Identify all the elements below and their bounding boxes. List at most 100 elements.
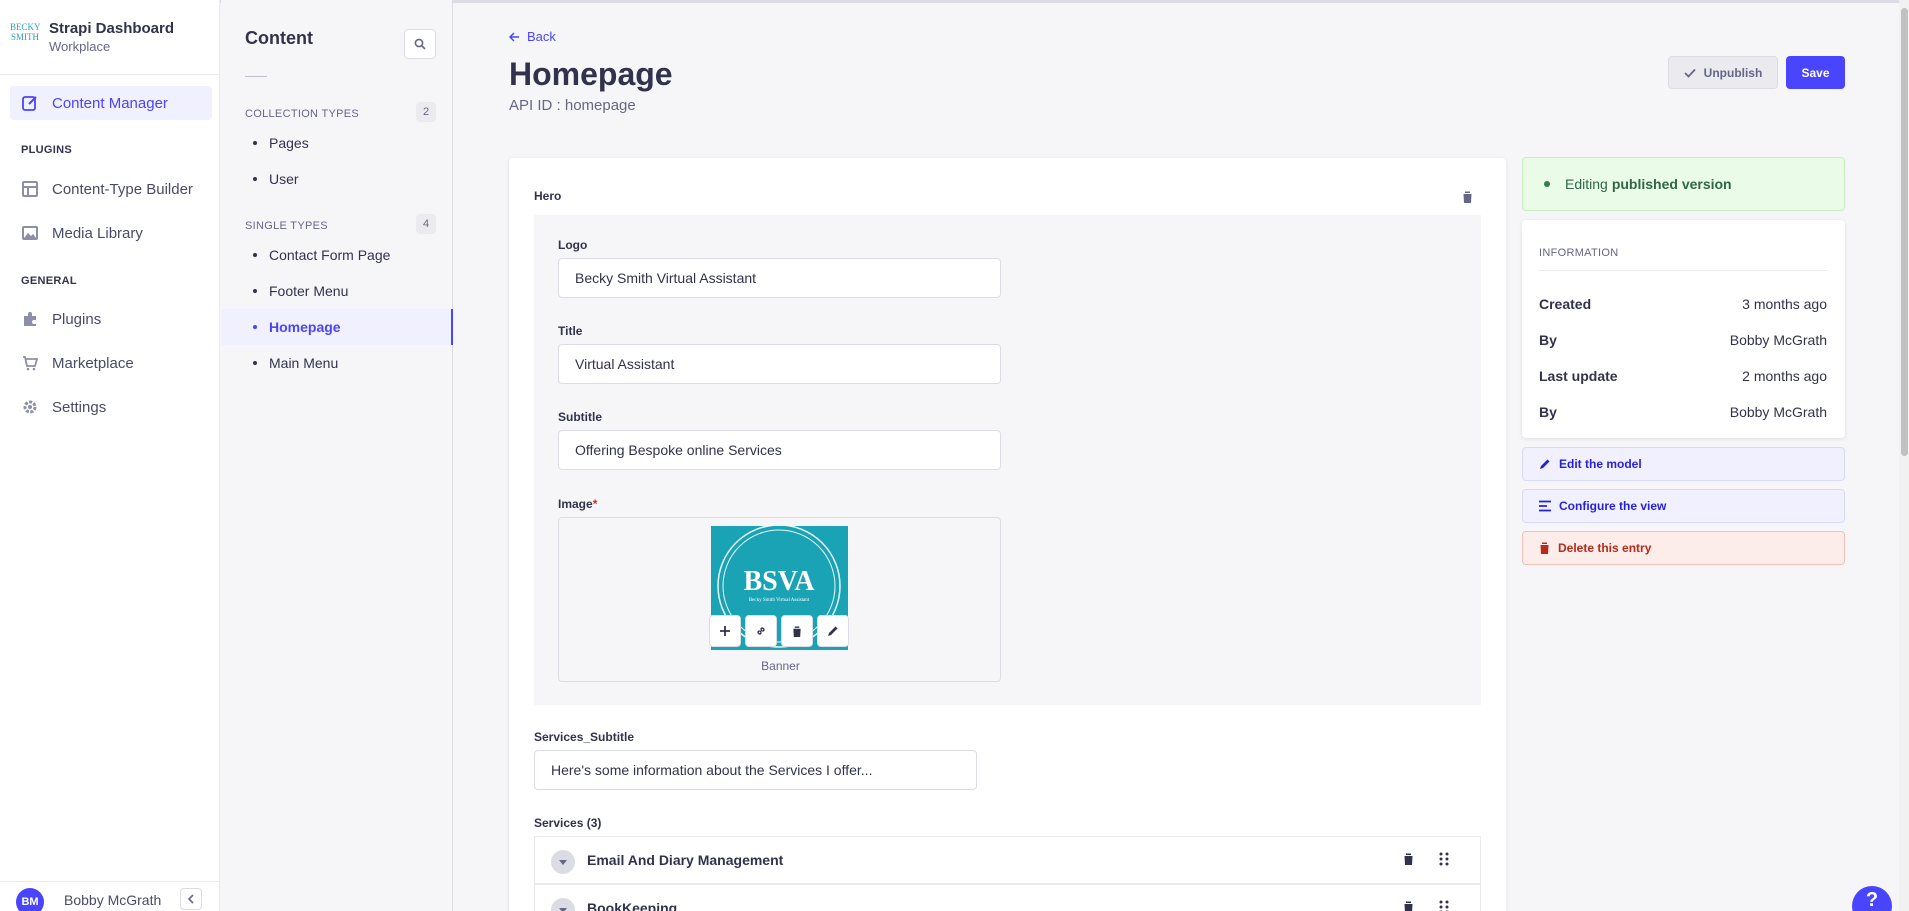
list-icon bbox=[1539, 500, 1551, 512]
delete-service-button[interactable] bbox=[1403, 852, 1414, 868]
thumb-text: BSVA bbox=[743, 566, 815, 597]
nav-marketplace[interactable]: Marketplace bbox=[10, 346, 212, 380]
workspace-brand[interactable]: BECKY SMITH Strapi Dashboard Workplace bbox=[0, 0, 219, 75]
nav-content-type-builder[interactable]: Content-Type Builder bbox=[10, 172, 212, 206]
edit-model-button[interactable]: Edit the model bbox=[1522, 447, 1845, 481]
trash-icon bbox=[1539, 542, 1550, 554]
avatar: BM bbox=[16, 888, 44, 911]
publish-status-banner: Editing published version bbox=[1522, 157, 1845, 211]
drag-icon bbox=[1439, 900, 1449, 911]
nav-label: Marketplace bbox=[52, 354, 134, 372]
edit-form-card: Hero Logo Becky Smith Virtual Assistant … bbox=[509, 158, 1506, 911]
status-dot bbox=[1544, 181, 1550, 187]
copy-link-button[interactable] bbox=[745, 615, 777, 647]
page-title: Homepage bbox=[509, 56, 673, 92]
collection-types-heading[interactable]: COLLECTION TYPES bbox=[245, 108, 359, 120]
nav-section-plugins: PLUGINS bbox=[21, 144, 72, 156]
single-types-heading[interactable]: SINGLE TYPES bbox=[245, 220, 328, 232]
logo-input[interactable]: Becky Smith Virtual Assistant bbox=[558, 258, 1001, 298]
image-icon bbox=[22, 226, 38, 240]
delete-media-button[interactable] bbox=[781, 615, 813, 647]
check-icon bbox=[1684, 68, 1696, 78]
expand-toggle[interactable] bbox=[551, 850, 575, 874]
plus-icon bbox=[720, 626, 730, 636]
divider bbox=[1539, 270, 1827, 271]
subnav-item-footer-menu[interactable]: Footer Menu bbox=[221, 273, 453, 309]
list-item[interactable]: Email And Diary Management bbox=[534, 836, 1481, 884]
subnav-item-pages[interactable]: Pages bbox=[221, 125, 453, 161]
services-subtitle-input[interactable]: Here's some information about the Servic… bbox=[534, 750, 977, 790]
subnav-search-button[interactable] bbox=[404, 29, 436, 59]
help-button[interactable]: ? bbox=[1852, 886, 1892, 911]
scrollbar-thumb[interactable] bbox=[1901, 8, 1908, 456]
workspace-subtitle: Workplace bbox=[49, 39, 111, 54]
trash-icon bbox=[1403, 853, 1414, 865]
workspace-title: Strapi Dashboard bbox=[49, 20, 175, 37]
subnav-item-contact-form-page[interactable]: Contact Form Page bbox=[221, 237, 453, 273]
caret-down-icon bbox=[559, 907, 567, 911]
chevron-left-icon bbox=[187, 894, 194, 904]
title-input[interactable]: Virtual Assistant bbox=[558, 344, 1001, 384]
image-field[interactable]: BSVA Becky Smith Virtual Assistant Banne… bbox=[558, 517, 1001, 682]
collection-types-count: 2 bbox=[416, 102, 436, 122]
back-link[interactable]: Back bbox=[509, 29, 556, 44]
subtitle-input[interactable]: Offering Bespoke online Services bbox=[558, 430, 1001, 470]
delete-component-button[interactable] bbox=[1462, 190, 1473, 206]
title-label: Title bbox=[558, 324, 583, 338]
gear-icon bbox=[23, 400, 37, 414]
media-actions bbox=[709, 615, 849, 647]
info-row: Last update 2 months ago bbox=[1539, 368, 1827, 384]
expand-toggle[interactable] bbox=[551, 898, 575, 911]
info-row: Created 3 months ago bbox=[1539, 296, 1827, 312]
cart-icon bbox=[23, 356, 38, 371]
list-item[interactable]: BookKeeping bbox=[534, 884, 1481, 911]
nav-label: Plugins bbox=[52, 310, 102, 328]
hero-component-label: Hero bbox=[534, 189, 562, 203]
services-label: Services (3) bbox=[534, 816, 602, 830]
unpublish-button[interactable]: Unpublish bbox=[1668, 56, 1778, 89]
nav-content-manager[interactable]: Content Manager bbox=[10, 86, 212, 120]
subnav-divider bbox=[245, 76, 267, 77]
image-label: Image* bbox=[558, 497, 598, 511]
nav-label: Media Library bbox=[52, 224, 143, 242]
collapse-nav-button[interactable] bbox=[180, 888, 202, 910]
subnav-title: Content bbox=[245, 28, 313, 48]
drag-handle[interactable] bbox=[1439, 900, 1449, 911]
save-button[interactable]: Save bbox=[1786, 56, 1845, 89]
nav-plugins[interactable]: Plugins bbox=[10, 302, 212, 336]
nav-settings[interactable]: Settings bbox=[10, 390, 212, 424]
drag-handle[interactable] bbox=[1439, 852, 1449, 869]
caret-down-icon bbox=[559, 859, 567, 865]
single-types-count: 4 bbox=[416, 214, 436, 234]
nav-media-library[interactable]: Media Library bbox=[10, 216, 212, 250]
user-menu[interactable]: BM Bobby McGrath bbox=[0, 881, 220, 911]
required-marker: * bbox=[592, 497, 598, 511]
delete-service-button[interactable] bbox=[1403, 900, 1414, 911]
content-subnav: Content COLLECTION TYPES 2 Pages User SI… bbox=[221, 0, 453, 911]
layout-icon bbox=[22, 181, 38, 197]
pencil-icon bbox=[1540, 459, 1550, 469]
hero-component: Logo Becky Smith Virtual Assistant Title… bbox=[534, 215, 1481, 705]
nav-label: Content Manager bbox=[52, 94, 168, 112]
configure-view-button[interactable]: Configure the view bbox=[1522, 489, 1845, 523]
logo-label: Logo bbox=[558, 238, 588, 252]
subnav-item-homepage[interactable]: Homepage bbox=[221, 309, 453, 345]
puzzle-icon bbox=[24, 312, 36, 326]
info-row: By Bobby McGrath bbox=[1539, 404, 1827, 420]
nav-label: Settings bbox=[52, 398, 107, 416]
user-name: Bobby McGrath bbox=[64, 892, 162, 908]
thumb-small-text: Becky Smith Virtual Assistant bbox=[749, 598, 810, 603]
arrow-left-icon bbox=[509, 31, 519, 42]
subnav-item-user[interactable]: User bbox=[221, 161, 453, 197]
pencil-icon bbox=[828, 626, 838, 636]
delete-entry-button[interactable]: Delete this entry bbox=[1522, 531, 1845, 565]
trash-icon bbox=[1403, 901, 1414, 911]
nav-section-general: GENERAL bbox=[21, 275, 77, 287]
media-caption: Banner bbox=[761, 659, 800, 673]
add-media-button[interactable] bbox=[709, 615, 741, 647]
edit-media-button[interactable] bbox=[817, 615, 849, 647]
subnav-item-main-menu[interactable]: Main Menu bbox=[221, 345, 453, 381]
nav-label: Content-Type Builder bbox=[52, 180, 193, 198]
api-id: API ID : homepage bbox=[509, 97, 636, 114]
service-title: BookKeeping bbox=[587, 900, 678, 911]
